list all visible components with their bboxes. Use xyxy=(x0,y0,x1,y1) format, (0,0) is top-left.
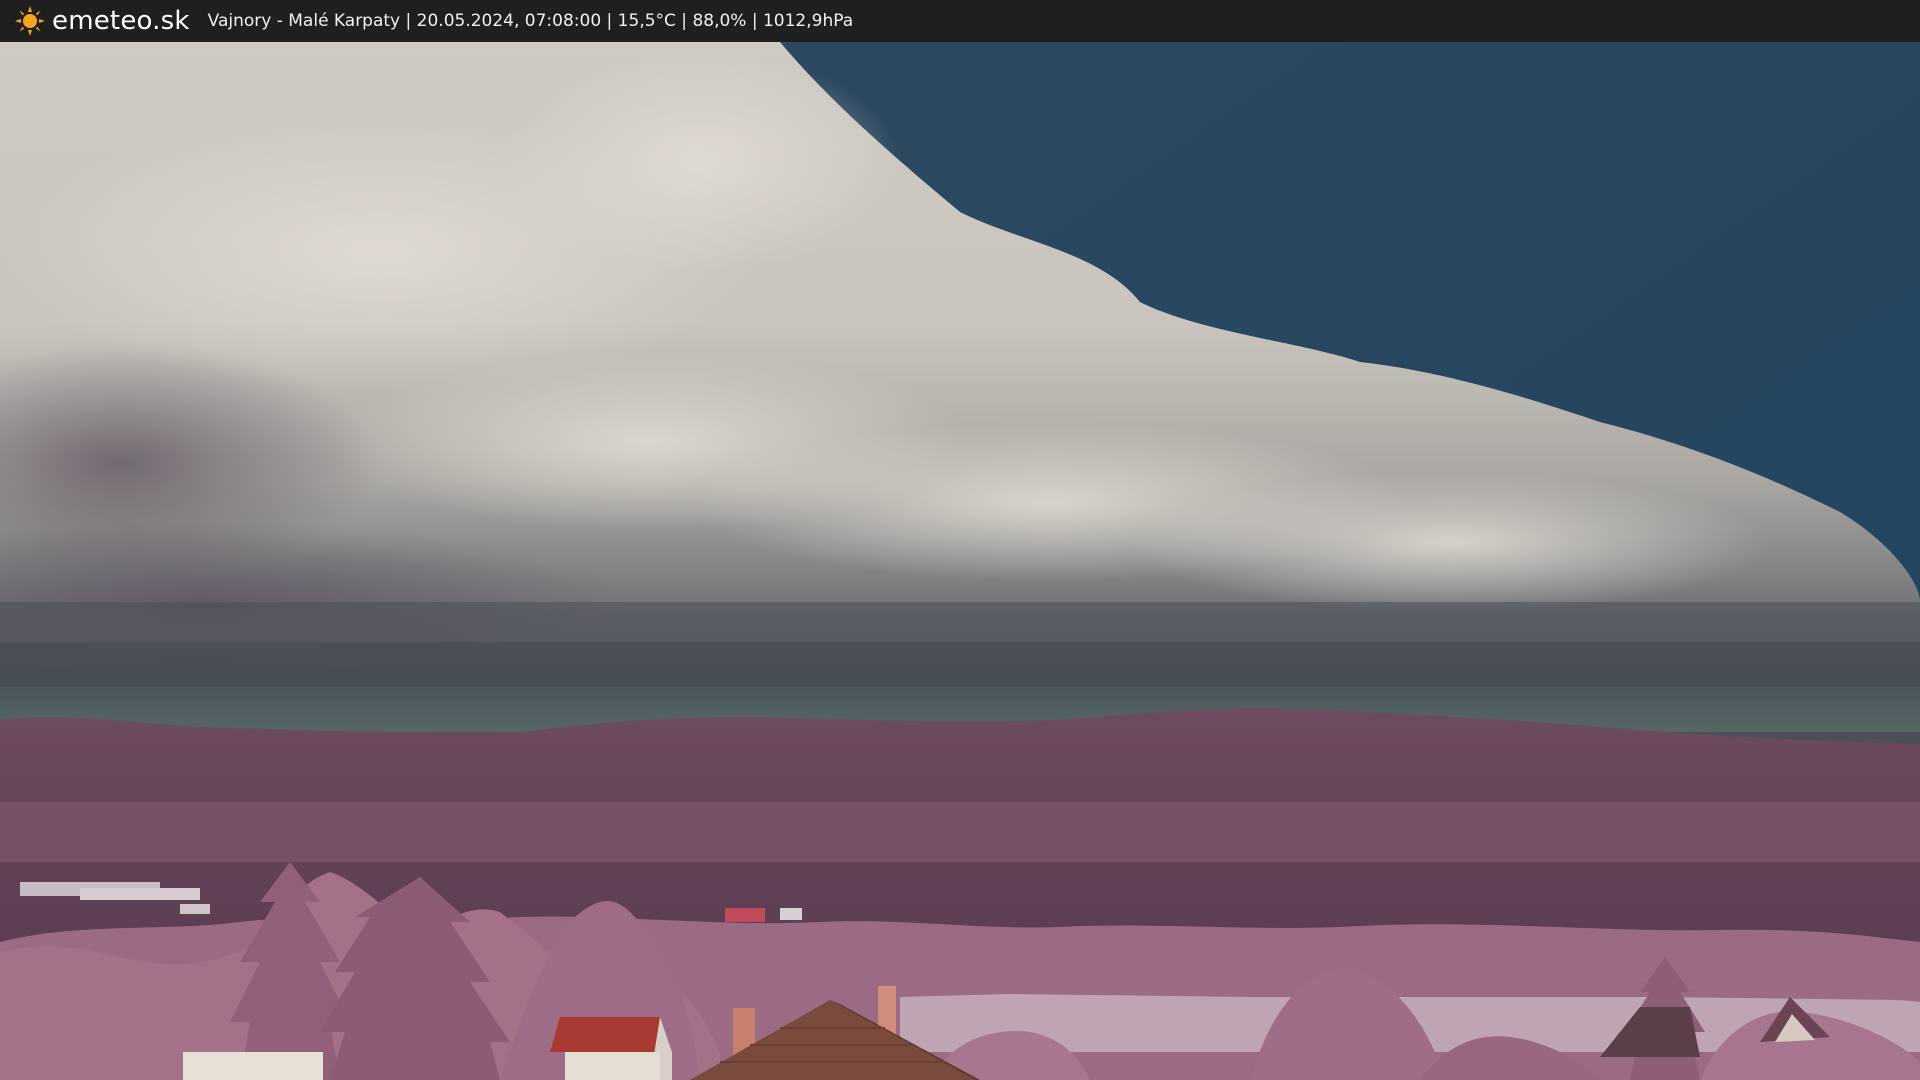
distant-building-red xyxy=(725,908,765,922)
webcam-caption: Vajnory - Malé Karpaty | 20.05.2024, 07:… xyxy=(207,11,854,31)
brand-name[interactable]: emeteo.sk xyxy=(52,6,190,36)
house-wall-left xyxy=(183,1052,323,1080)
cloud-puff xyxy=(500,52,900,272)
house-red-roof xyxy=(550,1017,672,1080)
distant-buildings xyxy=(780,908,802,920)
webcam-image xyxy=(0,42,1920,1080)
webcam-scene xyxy=(0,42,1920,1080)
cloud-puff xyxy=(1130,472,1770,612)
distant-buildings xyxy=(80,888,200,900)
webcam-header-bar: emeteo.sk Vajnory - Malé Karpaty | 20.05… xyxy=(0,0,1920,42)
site-logo[interactable]: emeteo.sk xyxy=(14,5,190,37)
distant-buildings xyxy=(180,904,210,914)
sun-icon xyxy=(15,6,45,36)
valley-haze xyxy=(0,802,1920,862)
